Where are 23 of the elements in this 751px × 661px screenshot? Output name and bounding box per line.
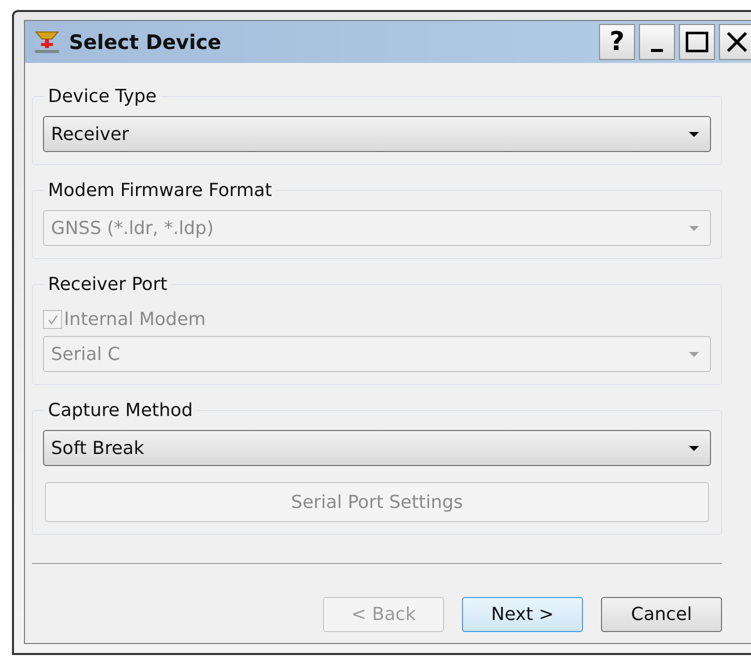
- maximize-icon: [685, 31, 709, 53]
- group-title: Device Type: [47, 85, 158, 109]
- app-icon: [33, 29, 61, 55]
- dropdown-arrow-icon: [688, 444, 700, 452]
- close-button[interactable]: [719, 24, 751, 60]
- checkbox-label: Internal Modem: [64, 308, 206, 332]
- dialog-button[interactable]: Cancel: [601, 597, 722, 632]
- dropdown-arrow-icon: [688, 224, 700, 232]
- group-title: Capture Method: [47, 399, 194, 423]
- checkmark-icon: [48, 314, 58, 324]
- dialog-button[interactable]: Next >: [462, 597, 583, 632]
- maximize-button[interactable]: [679, 24, 715, 60]
- minimize-button[interactable]: [639, 24, 675, 60]
- group-title: Modem Firmware Format: [47, 179, 273, 203]
- dropdown-arrow-icon: [688, 350, 700, 358]
- help-button[interactable]: ?: [599, 24, 635, 60]
- window-title: Select Device: [69, 29, 222, 56]
- dropdown[interactable]: Receiver: [43, 116, 711, 152]
- minimize-icon: [651, 48, 663, 52]
- group-title: Receiver Port: [47, 273, 168, 297]
- dropdown[interactable]: Soft Break: [43, 430, 711, 466]
- dropdown-arrow-icon: [688, 130, 700, 138]
- close-icon: [726, 31, 748, 53]
